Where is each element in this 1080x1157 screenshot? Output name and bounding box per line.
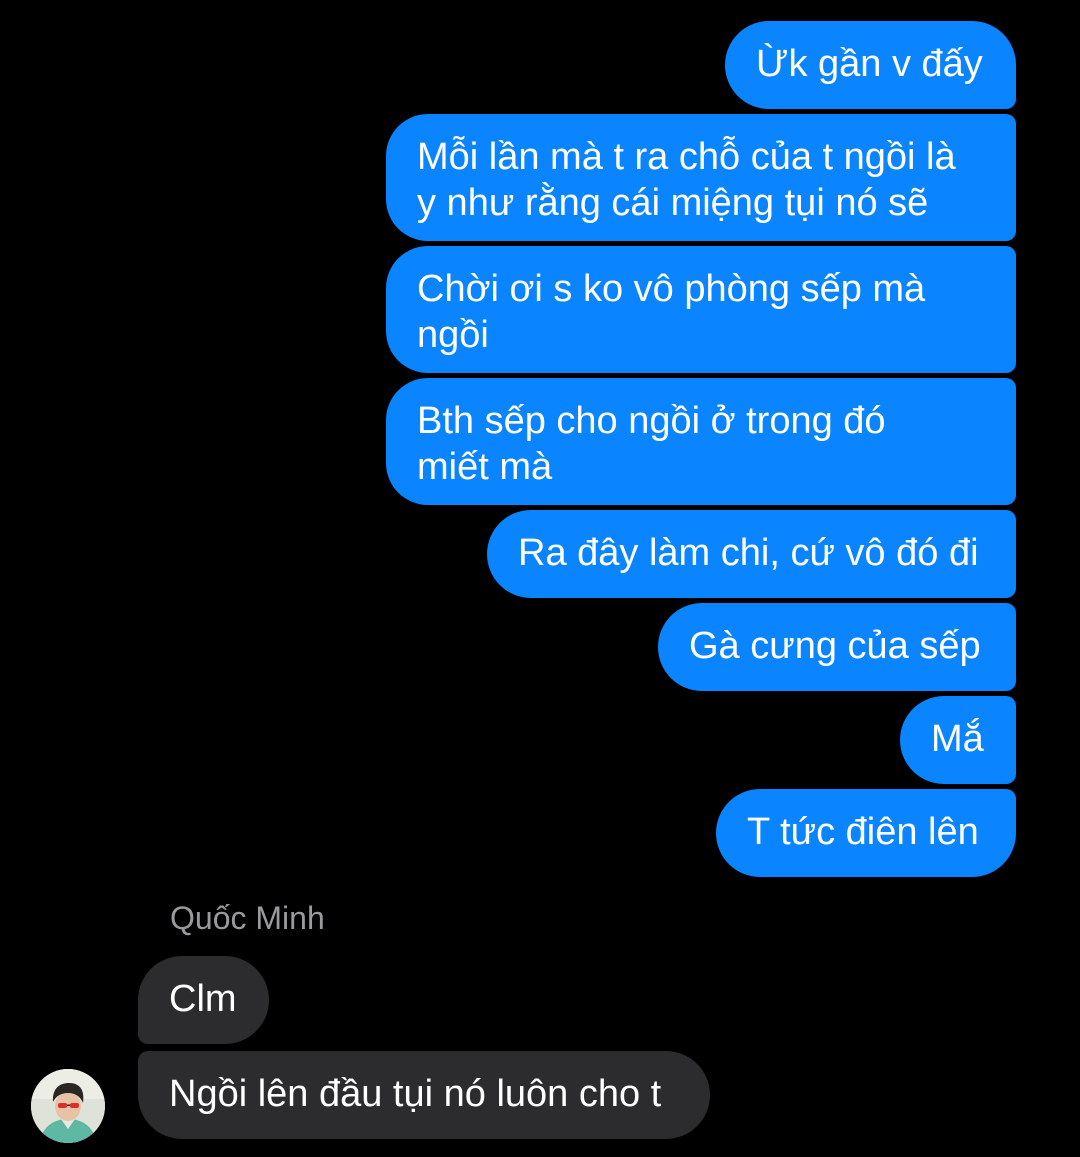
sent-message[interactable]: Mắ — [900, 696, 1016, 784]
received-message[interactable]: Ngồi lên đầu tụi nó luôn cho t — [138, 1051, 710, 1139]
sent-message[interactable]: Gà cưng của sếp — [658, 603, 1016, 691]
sent-message[interactable]: T tức điên lên — [716, 789, 1016, 877]
sent-message[interactable]: Chời ơi s ko vô phòng sếp mà ngồi — [386, 246, 1016, 373]
received-message[interactable]: Clm — [138, 956, 269, 1044]
avatar-photo-icon — [31, 1069, 105, 1143]
sent-message[interactable]: Ra đây làm chi, cứ vô đó đi — [487, 510, 1016, 598]
sent-message[interactable]: Ừk gần v đấy — [725, 21, 1016, 109]
sent-message[interactable]: Bth sếp cho ngồi ở trong đó miết mà — [386, 378, 1016, 505]
sender-name: Quốc Minh — [170, 900, 325, 936]
message-thread: Ừk gần v đấy Mỗi lần mà t ra chỗ của t n… — [0, 0, 1080, 1157]
sent-message[interactable]: Mỗi lần mà t ra chỗ của t ngồi là y như … — [386, 114, 1016, 241]
user-avatar-icon[interactable] — [31, 1069, 105, 1143]
